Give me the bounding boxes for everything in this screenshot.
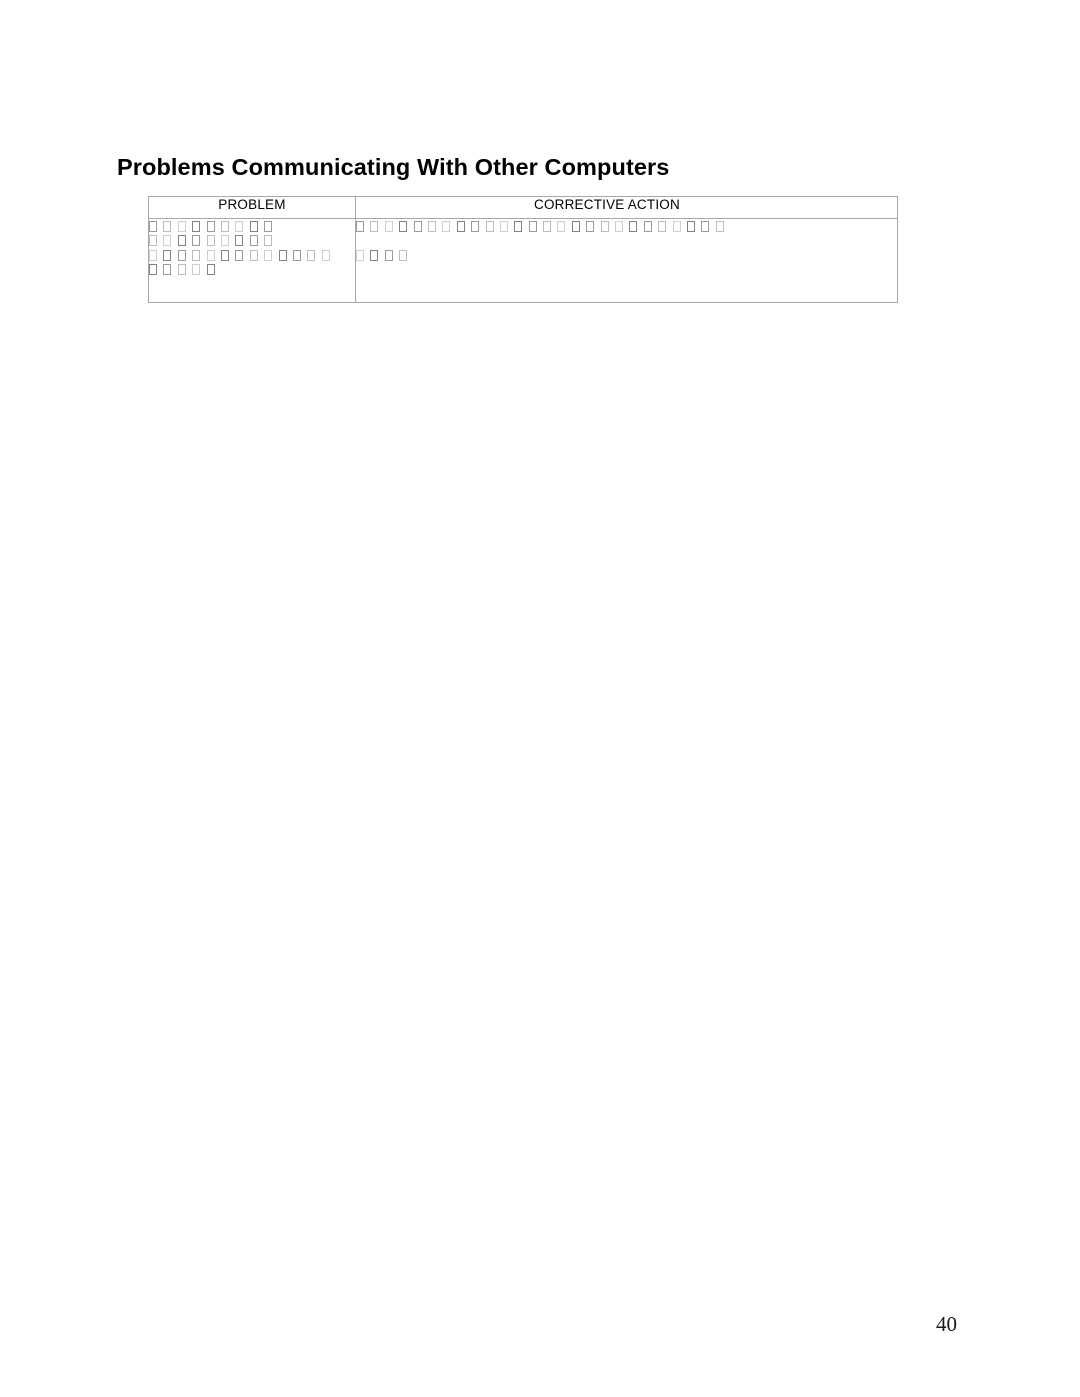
missing-glyph-box	[427, 220, 436, 232]
missing-glyph-box	[220, 235, 229, 246]
missing-glyph-box	[163, 220, 172, 232]
missing-glyph-box	[528, 220, 537, 232]
missing-glyph-box	[264, 235, 273, 246]
column-header-corrective-action: CORRECTIVE ACTION	[355, 196, 898, 219]
missing-glyph-box	[456, 220, 465, 232]
missing-glyph-box	[177, 264, 186, 275]
missing-glyph-box	[264, 249, 273, 261]
missing-glyph-box	[399, 249, 408, 261]
missing-glyph-box	[177, 235, 186, 246]
glyph-run-line	[149, 219, 355, 234]
missing-glyph-box	[264, 220, 273, 232]
missing-glyph-box	[249, 235, 258, 246]
missing-glyph-box	[370, 220, 379, 232]
missing-glyph-box	[149, 235, 157, 246]
missing-glyph-box	[586, 220, 595, 232]
glyph-run-line	[149, 234, 355, 249]
missing-glyph-box	[192, 264, 201, 275]
missing-glyph-box	[543, 220, 552, 232]
missing-glyph-box	[206, 264, 215, 275]
missing-glyph-box	[163, 264, 172, 275]
document-page: Problems Communicating With Other Comput…	[0, 0, 1080, 1397]
missing-glyph-box	[356, 249, 364, 261]
missing-glyph-box	[206, 220, 215, 232]
missing-glyph-box	[149, 264, 157, 275]
missing-glyph-box	[235, 220, 244, 232]
missing-glyph-box	[177, 249, 186, 261]
missing-glyph-box	[514, 220, 523, 232]
column-header-problem: PROBLEM	[148, 196, 356, 219]
table-header-row: PROBLEM CORRECTIVE ACTION	[148, 196, 898, 219]
table-row	[148, 218, 898, 303]
glyph-run-line	[356, 248, 897, 263]
missing-glyph-box	[149, 220, 157, 232]
missing-glyph-box	[220, 249, 229, 261]
missing-glyph-box	[235, 249, 244, 261]
column-header-problem-label: PROBLEM	[218, 197, 286, 212]
missing-glyph-box	[701, 220, 710, 232]
missing-glyph-box	[384, 220, 393, 232]
missing-glyph-box	[192, 249, 201, 261]
missing-glyph-box	[149, 249, 157, 261]
glyph-run-line	[356, 219, 897, 234]
missing-glyph-box	[321, 249, 330, 261]
missing-glyph-box	[658, 220, 667, 232]
missing-glyph-box	[485, 220, 494, 232]
missing-glyph-box	[442, 220, 451, 232]
missing-glyph-box	[177, 220, 186, 232]
glyph-run-line	[149, 248, 355, 263]
missing-glyph-box	[715, 220, 724, 232]
missing-glyph-box	[672, 220, 681, 232]
missing-glyph-box	[307, 249, 316, 261]
column-header-corrective-action-label: CORRECTIVE ACTION	[534, 197, 680, 212]
missing-glyph-box	[278, 249, 287, 261]
missing-glyph-box	[249, 220, 258, 232]
missing-glyph-box	[163, 235, 172, 246]
glyph-run-line	[356, 234, 897, 249]
missing-glyph-box	[292, 249, 301, 261]
missing-glyph-box	[370, 249, 379, 261]
page-number: 40	[936, 1312, 957, 1336]
missing-glyph-box	[571, 220, 580, 232]
missing-glyph-box	[192, 235, 201, 246]
cell-problem	[148, 218, 356, 303]
missing-glyph-box	[615, 220, 624, 232]
missing-glyph-box	[220, 220, 229, 232]
missing-glyph-box	[206, 235, 215, 246]
problem-corrective-action-table: PROBLEM CORRECTIVE ACTION	[148, 196, 898, 303]
missing-glyph-box	[206, 249, 215, 261]
missing-glyph-box	[471, 220, 480, 232]
cell-corrective-action	[355, 218, 898, 303]
missing-glyph-box	[557, 220, 566, 232]
missing-glyph-box	[192, 220, 201, 232]
glyph-run-line	[149, 263, 355, 278]
missing-glyph-box	[413, 220, 422, 232]
missing-glyph-box	[600, 220, 609, 232]
missing-glyph-box	[163, 249, 172, 261]
missing-glyph-box	[629, 220, 638, 232]
missing-glyph-box	[399, 220, 408, 232]
missing-glyph-box	[235, 235, 244, 246]
missing-glyph-box	[384, 249, 393, 261]
missing-glyph-box	[249, 249, 258, 261]
missing-glyph-box	[356, 220, 364, 232]
missing-glyph-box	[499, 220, 508, 232]
missing-glyph-box	[686, 220, 695, 232]
missing-glyph-box	[643, 220, 652, 232]
page-title: Problems Communicating With Other Comput…	[117, 153, 670, 180]
